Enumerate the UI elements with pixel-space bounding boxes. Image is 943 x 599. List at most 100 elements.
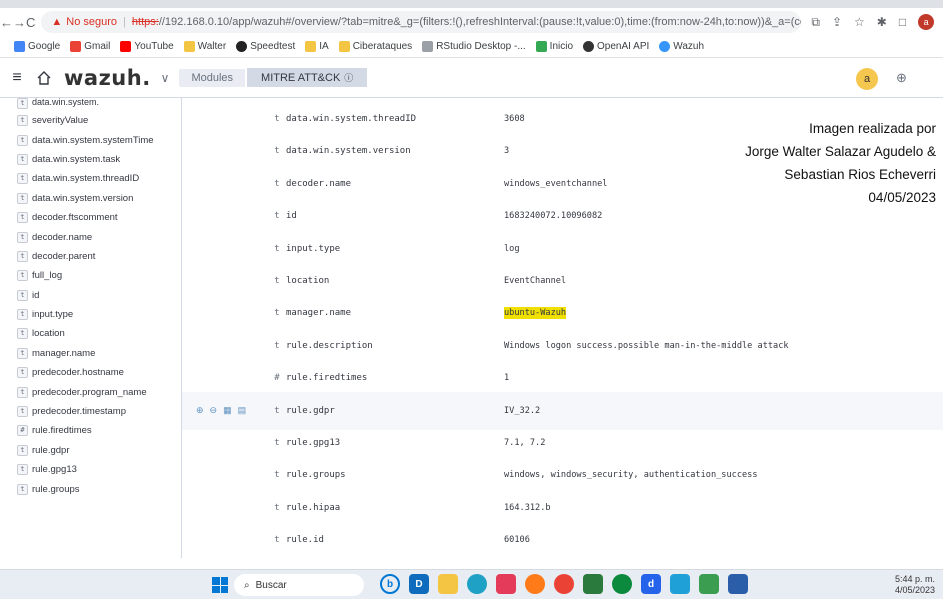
address-row: ← → C ▲ No seguro | https: //192.168.0.1… [0, 8, 943, 36]
sidepanel-icon[interactable]: □ [899, 15, 906, 29]
bookmark-speedtest[interactable]: Speedtest [236, 41, 295, 52]
word-icon[interactable] [728, 574, 748, 594]
app-icon[interactable] [670, 574, 690, 594]
app-header: ≡ wazuh. ∨ Modules MITRE ATT&CK ⓘ a ⊕ [0, 58, 943, 98]
app-icon[interactable]: D [409, 574, 429, 594]
app-icon[interactable] [612, 574, 632, 594]
forward-icon[interactable]: → [13, 15, 26, 30]
field-value: EventChannel [504, 276, 567, 286]
warning-icon: ▲ [51, 16, 63, 28]
crumb-mitre[interactable]: MITRE ATT&CK ⓘ [247, 68, 368, 87]
string-type-icon: t [274, 178, 280, 189]
taskbar-clock[interactable]: 5:44 p. m. 4/05/2023 [895, 574, 935, 596]
field-item[interactable]: t decoder.parent [0, 247, 181, 266]
install-icon[interactable]: ⧉ [811, 15, 820, 30]
field-item[interactable]: t data.win.system. [0, 98, 181, 111]
string-type-icon: t [17, 153, 28, 165]
file-explorer-icon[interactable] [438, 574, 458, 594]
field-item[interactable]: t data.win.system.version [0, 189, 181, 208]
field-name: location [32, 328, 65, 340]
windows-start-icon[interactable] [212, 577, 228, 593]
app-icon[interactable]: b [380, 574, 400, 594]
share-icon[interactable]: ⇪ [832, 15, 842, 29]
chevron-down-icon[interactable]: ∨ [161, 71, 170, 85]
bookmark-youtube[interactable]: YouTube [120, 41, 174, 52]
field-item[interactable]: t id [0, 286, 181, 305]
home-icon[interactable] [30, 64, 58, 92]
app-icon[interactable] [583, 574, 603, 594]
bookmark-ia[interactable]: IA [305, 41, 329, 52]
back-icon[interactable]: ← [0, 15, 13, 30]
table-icon[interactable]: ▦ [223, 405, 232, 416]
string-type-icon: t [274, 243, 280, 254]
bookmark-label: RStudio Desktop -... [436, 41, 526, 52]
bookmark-wazuh[interactable]: Wazuh [659, 41, 704, 52]
profile-avatar[interactable]: a [918, 14, 935, 30]
field-item[interactable]: t rule.groups [0, 479, 181, 498]
bookmark-gmail[interactable]: Gmail [70, 41, 110, 52]
reload-icon[interactable]: C [26, 15, 35, 30]
field-item[interactable]: t severityValue [0, 111, 181, 130]
string-type-icon: t [17, 328, 28, 340]
field-name: rule.gdpr [286, 405, 335, 416]
bookmark-ciberataques[interactable]: Ciberataques [338, 41, 413, 52]
address-bar[interactable]: ▲ No seguro | https: //192.168.0.10/app/… [41, 11, 802, 33]
number-type-icon: # [274, 373, 280, 384]
string-type-icon: t [17, 134, 28, 146]
field-item[interactable]: t decoder.ftscomment [0, 208, 181, 227]
menu-icon[interactable]: ≡ [4, 69, 30, 87]
crumb-modules[interactable]: Modules [179, 68, 246, 87]
string-type-icon: t [17, 289, 28, 301]
field-item[interactable]: t data.win.system.task [0, 150, 181, 169]
edge-icon[interactable] [467, 574, 487, 594]
field-item[interactable]: t location [0, 324, 181, 343]
document-row[interactable]: t rule.id 60106 [182, 521, 943, 558]
app-icon[interactable] [699, 574, 719, 594]
field-value: 1 [504, 373, 510, 384]
zoom-out-icon[interactable]: ⊖ [210, 405, 218, 416]
extensions-icon[interactable]: ✱ [877, 15, 887, 29]
bookmark-walter[interactable]: Walter [183, 41, 227, 52]
field-item[interactable]: # rule.firedtimes [0, 421, 181, 440]
star-icon[interactable]: ☆ [854, 15, 865, 29]
bookmark-label: Google [28, 41, 61, 52]
app-icon[interactable] [496, 574, 516, 594]
field-item[interactable]: t predecoder.timestamp [0, 402, 181, 421]
watermark-line: Imagen realizada por [809, 121, 936, 136]
watermark-line: Sebastian Rios Echeverri [784, 167, 936, 182]
bookmark-label: Walter [197, 41, 227, 52]
app-icon[interactable]: d [641, 574, 661, 594]
field-item[interactable]: t rule.gdpr [0, 441, 181, 460]
field-value: log [504, 243, 520, 254]
bookmark-openai[interactable]: OpenAI API [583, 41, 649, 52]
string-type-icon: t [274, 308, 280, 319]
zoom-in-icon[interactable]: ⊕ [196, 405, 204, 416]
field-name: id [32, 289, 40, 301]
field-item[interactable]: t full_log [0, 266, 181, 285]
chrome-icon[interactable] [554, 574, 574, 594]
taskbar: ⌕ Buscar b D d 5:44 p. m. 4/05/2023 [0, 569, 943, 599]
field-item[interactable]: t manager.name [0, 344, 181, 363]
field-name: severityValue [32, 115, 89, 127]
field-item[interactable]: t input.type [0, 305, 181, 324]
string-type-icon: t [274, 211, 280, 222]
bookmark-label: Ciberataques [352, 41, 413, 52]
field-item[interactable]: t rule.gpg13 [0, 460, 181, 479]
taskbar-search[interactable]: ⌕ Buscar [234, 574, 364, 596]
filter-icon[interactable]: ▤ [238, 405, 247, 416]
field-name: data.win.system.version [32, 192, 134, 204]
wazuh-logo[interactable]: wazuh. [64, 66, 151, 90]
field-name: rule.gpg13 [286, 438, 341, 448]
bookmark-rstudio[interactable]: RStudio Desktop -... [422, 41, 526, 52]
field-item[interactable]: t decoder.name [0, 227, 181, 246]
field-item[interactable]: t data.win.system.threadID [0, 169, 181, 188]
bookmark-google[interactable]: Google [14, 41, 60, 52]
bookmark-inicio[interactable]: Inicio [535, 41, 573, 52]
row-actions: ⊕ ⊖ ▦ ▤ [196, 405, 246, 416]
field-item[interactable]: t predecoder.program_name [0, 382, 181, 401]
help-icon[interactable]: ⊕ [896, 70, 907, 86]
avatar[interactable]: a [856, 68, 878, 90]
field-item[interactable]: t data.win.system.systemTime [0, 130, 181, 149]
firefox-icon[interactable] [525, 574, 545, 594]
field-item[interactable]: t predecoder.hostname [0, 363, 181, 382]
